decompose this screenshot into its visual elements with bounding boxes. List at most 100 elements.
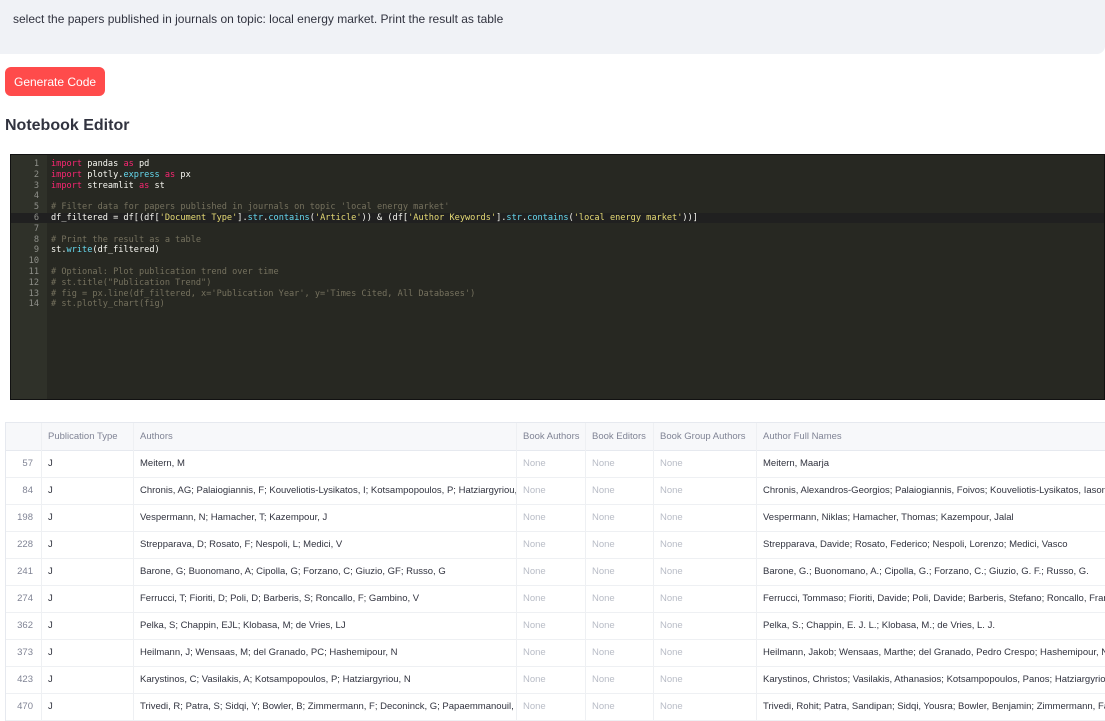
book-group-authors-cell[interactable]: None: [654, 450, 757, 477]
row-index[interactable]: 274: [6, 585, 42, 612]
book-authors-cell[interactable]: None: [517, 639, 586, 666]
author-full-names-cell[interactable]: Ferrucci, Tommaso; Fioriti, Davide; Poli…: [757, 585, 1105, 612]
authors-cell[interactable]: Chronis, AG; Palaiogiannis, F; Kouveliot…: [134, 477, 517, 504]
author-full-names-cell[interactable]: Chronis, Alexandros-Georgios; Palaiogian…: [757, 477, 1105, 504]
table-row[interactable]: 84 J Chronis, AG; Palaiogiannis, F; Kouvel…: [6, 477, 1105, 505]
table-row[interactable]: 362 J Pelka, S; Chappin, EJL; Klobasa, M; …: [6, 612, 1105, 640]
book-authors-cell[interactable]: None: [517, 531, 586, 558]
publication-type-cell[interactable]: J: [42, 612, 134, 639]
publication-type-cell[interactable]: J: [42, 639, 134, 666]
code-line[interactable]: 12 # st.title("Publication Trend"): [11, 278, 1104, 288]
col-header-book-group-authors[interactable]: Book Group Authors: [654, 423, 757, 450]
col-header-author-full-names[interactable]: Author Full Names: [757, 423, 1105, 450]
book-editors-cell[interactable]: None: [586, 558, 654, 585]
table-row[interactable]: 57 J Meitern, M None None None Meitern, Maarja: [6, 450, 1105, 478]
code-line[interactable]: 6 df_filtered = df[(df['Document Type'].s…: [11, 213, 1104, 223]
row-index[interactable]: 362: [6, 612, 42, 639]
book-editors-cell[interactable]: None: [586, 477, 654, 504]
authors-cell[interactable]: Barone, G; Buonomano, A; Cipolla, G; For…: [134, 558, 517, 585]
row-index[interactable]: 198: [6, 504, 42, 531]
author-full-names-cell[interactable]: Barone, G.; Buonomano, A.; Cipolla, G.; …: [757, 558, 1105, 585]
publication-type-cell[interactable]: J: [42, 504, 134, 531]
author-full-names-cell[interactable]: Vespermann, Niklas; Hamacher, Thomas; Ka…: [757, 504, 1105, 531]
publication-type-cell[interactable]: J: [42, 558, 134, 585]
book-authors-cell[interactable]: None: [517, 666, 586, 693]
publication-type-cell[interactable]: J: [42, 693, 134, 720]
row-index[interactable]: 57: [6, 450, 42, 477]
col-header-authors[interactable]: Authors: [134, 423, 517, 450]
authors-cell[interactable]: Pelka, S; Chappin, EJL; Klobasa, M; de V…: [134, 612, 517, 639]
publication-type-cell[interactable]: J: [42, 477, 134, 504]
authors-cell[interactable]: Heilmann, J; Wensaas, M; del Granado, PC…: [134, 639, 517, 666]
book-authors-cell[interactable]: None: [517, 504, 586, 531]
authors-cell[interactable]: Vespermann, N; Hamacher, T; Kazempour, J: [134, 504, 517, 531]
code-line[interactable]: 9 st.write(df_filtered): [11, 245, 1104, 255]
code-line[interactable]: 14 # st.plotly_chart(fig): [11, 299, 1104, 309]
book-authors-cell[interactable]: None: [517, 477, 586, 504]
table-row[interactable]: 423 J Karystinos, C; Vasilakis, A; Kotsamp…: [6, 666, 1105, 694]
author-full-names-cell[interactable]: Pelka, S.; Chappin, E. J. L.; Klobasa, M…: [757, 612, 1105, 639]
author-full-names-cell[interactable]: Strepparava, Davide; Rosato, Federico; N…: [757, 531, 1105, 558]
code-line[interactable]: 5 # Filter data for papers published in j…: [11, 202, 1104, 212]
book-editors-cell[interactable]: None: [586, 639, 654, 666]
book-authors-cell[interactable]: None: [517, 612, 586, 639]
book-group-authors-cell[interactable]: None: [654, 585, 757, 612]
row-index[interactable]: 373: [6, 639, 42, 666]
author-full-names-cell[interactable]: Heilmann, Jakob; Wensaas, Marthe; del Gr…: [757, 639, 1105, 666]
book-group-authors-cell[interactable]: None: [654, 504, 757, 531]
results-table[interactable]: Publication Type Authors Book Authors Bo…: [5, 422, 1105, 721]
col-header-book-authors[interactable]: Book Authors: [517, 423, 586, 450]
row-index[interactable]: 228: [6, 531, 42, 558]
publication-type-cell[interactable]: J: [42, 450, 134, 477]
book-authors-cell[interactable]: None: [517, 558, 586, 585]
code-line[interactable]: 2 import plotly.express as px: [11, 170, 1104, 180]
table-row[interactable]: 274 J Ferrucci, T; Fioriti, D; Poli, D; Ba…: [6, 585, 1105, 613]
code-line[interactable]: 10: [11, 256, 1104, 266]
publication-type-cell[interactable]: J: [42, 531, 134, 558]
code-editor[interactable]: 1 import pandas as pd 2 import plotly.expre…: [10, 154, 1105, 400]
code-line[interactable]: 8 # Print the result as a table: [11, 235, 1104, 245]
book-group-authors-cell[interactable]: None: [654, 558, 757, 585]
row-index[interactable]: 241: [6, 558, 42, 585]
prompt-textarea[interactable]: select the papers published in journals …: [0, 0, 1105, 54]
row-index[interactable]: 423: [6, 666, 42, 693]
book-group-authors-cell[interactable]: None: [654, 531, 757, 558]
authors-cell[interactable]: Karystinos, C; Vasilakis, A; Kotsampopou…: [134, 666, 517, 693]
code-line[interactable]: 4: [11, 191, 1104, 201]
authors-cell[interactable]: Strepparava, D; Rosato, F; Nespoli, L; M…: [134, 531, 517, 558]
book-group-authors-cell[interactable]: None: [654, 639, 757, 666]
table-row[interactable]: 470 J Trivedi, R; Patra, S; Sidqi, Y; Bowl…: [6, 693, 1105, 721]
book-editors-cell[interactable]: None: [586, 450, 654, 477]
book-group-authors-cell[interactable]: None: [654, 612, 757, 639]
publication-type-cell[interactable]: J: [42, 585, 134, 612]
authors-cell[interactable]: Ferrucci, T; Fioriti, D; Poli, D; Barber…: [134, 585, 517, 612]
author-full-names-cell[interactable]: Meitern, Maarja: [757, 450, 1105, 477]
book-group-authors-cell[interactable]: None: [654, 477, 757, 504]
code-line[interactable]: 3 import streamlit as st: [11, 181, 1104, 191]
author-full-names-cell[interactable]: Trivedi, Rohit; Patra, Sandipan; Sidqi, …: [757, 693, 1105, 720]
table-row[interactable]: 228 J Strepparava, D; Rosato, F; Nespoli, …: [6, 531, 1105, 559]
table-row[interactable]: 198 J Vespermann, N; Hamacher, T; Kazempou…: [6, 504, 1105, 532]
book-editors-cell[interactable]: None: [586, 612, 654, 639]
author-full-names-cell[interactable]: Karystinos, Christos; Vasilakis, Athanas…: [757, 666, 1105, 693]
row-index[interactable]: 470: [6, 693, 42, 720]
publication-type-cell[interactable]: J: [42, 666, 134, 693]
col-header-book-editors[interactable]: Book Editors: [586, 423, 654, 450]
table-row[interactable]: 241 J Barone, G; Buonomano, A; Cipolla, G;…: [6, 558, 1105, 586]
code-line[interactable]: 7: [11, 224, 1104, 234]
code-line[interactable]: 11 # Optional: Plot publication trend ove…: [11, 267, 1104, 277]
book-authors-cell[interactable]: None: [517, 693, 586, 720]
row-index[interactable]: 84: [6, 477, 42, 504]
book-editors-cell[interactable]: None: [586, 585, 654, 612]
code-line[interactable]: 1 import pandas as pd: [11, 159, 1104, 169]
book-editors-cell[interactable]: None: [586, 666, 654, 693]
book-authors-cell[interactable]: None: [517, 450, 586, 477]
book-group-authors-cell[interactable]: None: [654, 693, 757, 720]
code-line[interactable]: 13 # fig = px.line(df_filtered, x='Public…: [11, 289, 1104, 299]
generate-code-button[interactable]: Generate Code: [5, 67, 106, 96]
book-editors-cell[interactable]: None: [586, 531, 654, 558]
book-group-authors-cell[interactable]: None: [654, 666, 757, 693]
table-row[interactable]: 373 J Heilmann, J; Wensaas, M; del Granado…: [6, 639, 1105, 667]
book-editors-cell[interactable]: None: [586, 504, 654, 531]
authors-cell[interactable]: Trivedi, R; Patra, S; Sidqi, Y; Bowler, …: [134, 693, 517, 720]
